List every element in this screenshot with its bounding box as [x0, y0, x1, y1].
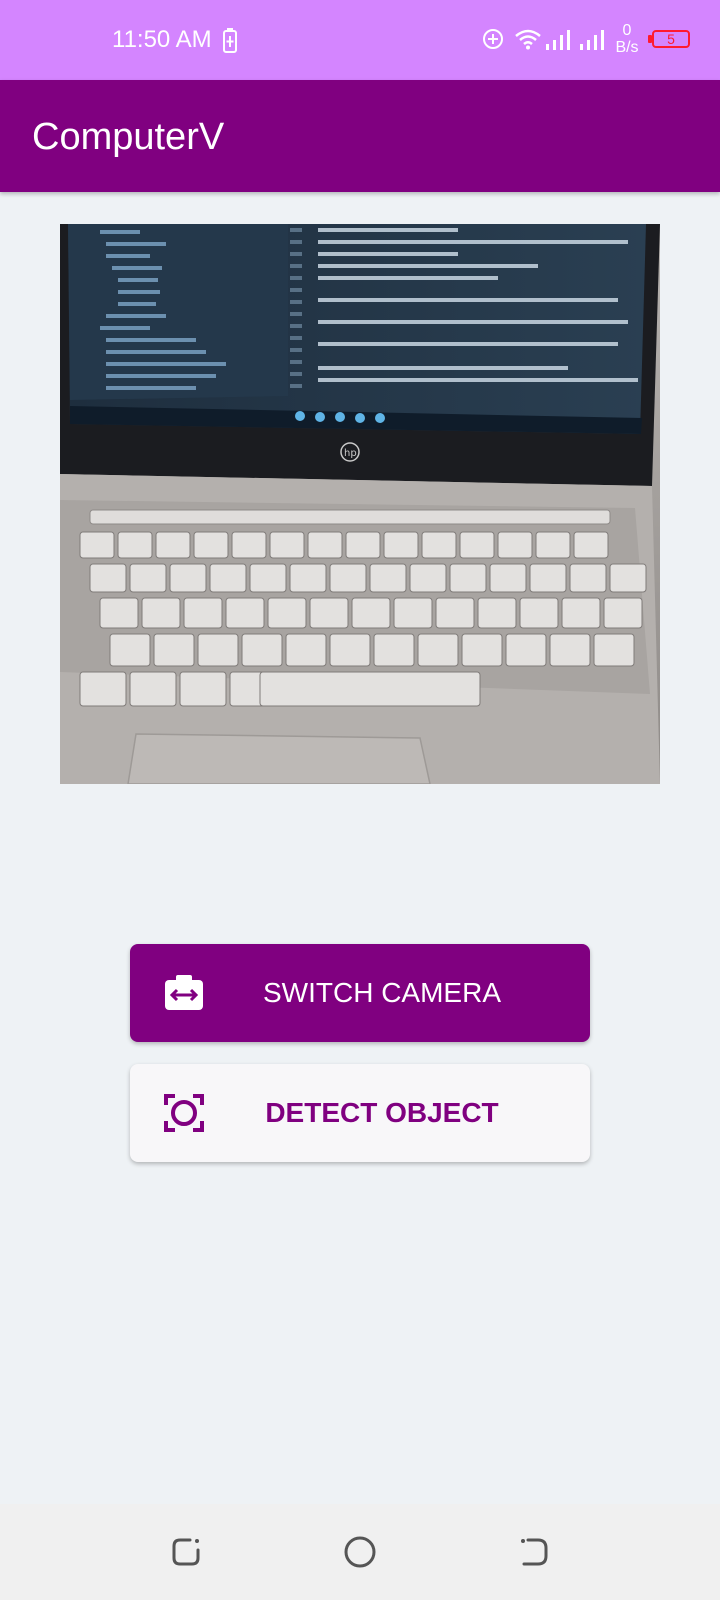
signal-icon [546, 30, 570, 50]
back-icon[interactable] [516, 1534, 552, 1570]
app-title: ComputerV [32, 116, 225, 158]
status-time: 11:50 AM [112, 26, 212, 53]
laptop-photo: hp [60, 224, 660, 784]
svg-text:hp: hp [344, 448, 357, 459]
signal-icon [580, 30, 604, 50]
recent-apps-icon[interactable] [168, 1534, 204, 1570]
switch-camera-button[interactable]: SWITCH CAMERA [130, 944, 590, 1042]
navigation-bar [0, 1504, 720, 1600]
home-icon[interactable] [342, 1534, 378, 1570]
app-bar: ComputerV [0, 80, 720, 192]
wifi-icon [515, 29, 541, 50]
data-saver-icon [483, 29, 503, 49]
network-speed: 0 B/s [612, 22, 642, 56]
status-bar: 11:50 AM 0 B/s 5 [0, 0, 720, 80]
detect-object-label: DETECT OBJECT [265, 1097, 499, 1128]
switch-camera-label: SWITCH CAMERA [263, 977, 501, 1008]
camera-preview-image: hp [60, 224, 660, 784]
battery-charging-icon [223, 28, 237, 53]
network-speed-value: 0 [622, 22, 632, 39]
battery-level: 5 [652, 30, 690, 48]
network-speed-unit: B/s [615, 39, 639, 56]
detect-object-button[interactable]: DETECT OBJECT [130, 1064, 590, 1162]
